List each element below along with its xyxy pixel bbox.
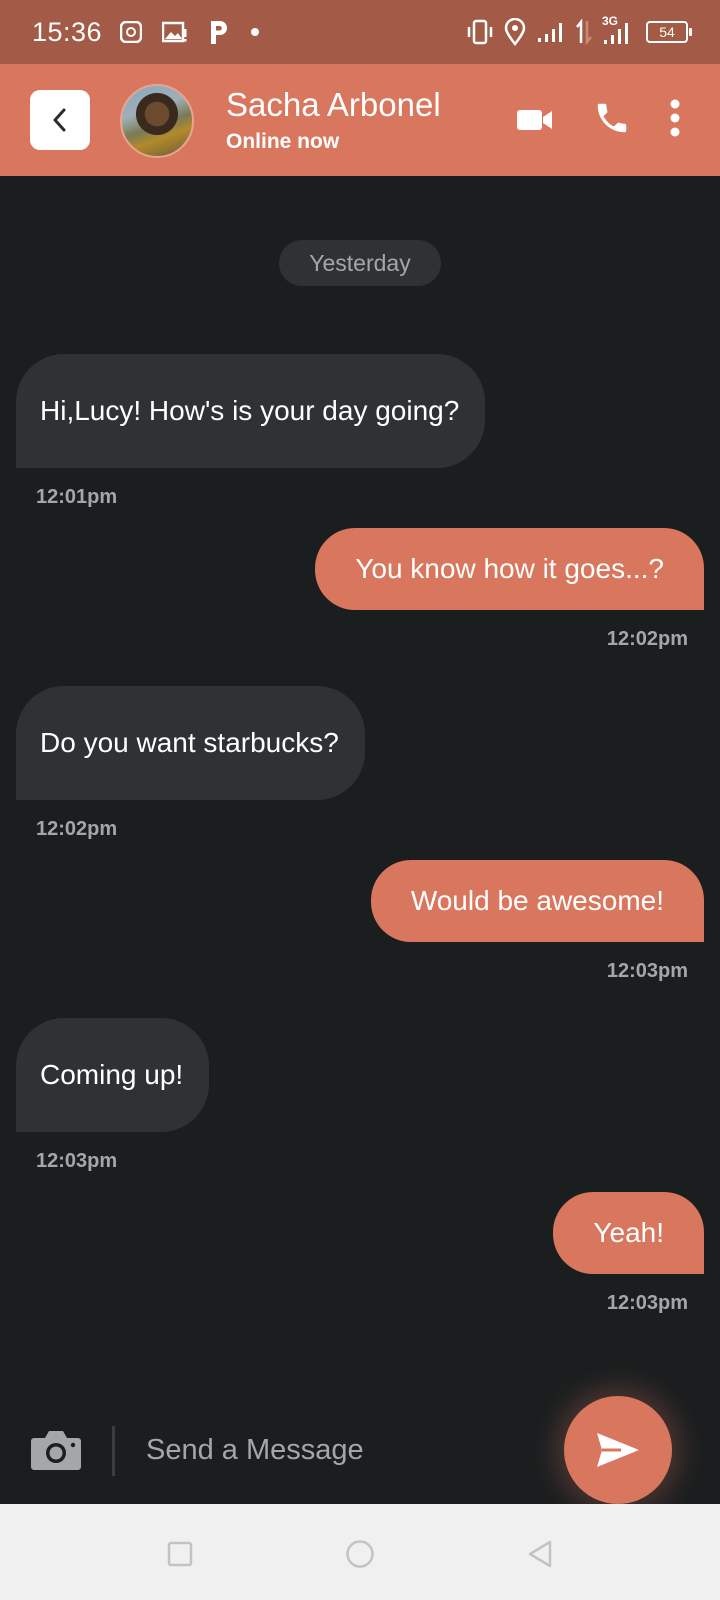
phone-icon [597,103,627,133]
message-bubble-incoming[interactable]: Do you want starbucks? [16,686,365,800]
notification-icon [120,21,143,43]
signal-icon [538,23,562,42]
message-bubble-incoming[interactable]: Coming up! [16,1018,210,1132]
battery-level: 54 [659,24,675,40]
status-right-icons: 3G 54 [466,14,692,46]
recents-button[interactable] [160,1534,200,1574]
location-icon [504,18,526,46]
message-timestamp: 12:03pm [606,960,688,982]
video-call-button[interactable] [516,100,554,140]
home-button[interactable] [340,1534,380,1574]
message-timestamp: 12:02pm [606,628,688,650]
message-timestamp: 12:02pm [36,818,118,840]
message-bubble-outgoing[interactable]: Yeah! [553,1192,704,1274]
back-icon [53,108,66,132]
status-bar: 15:36 3G 54 [0,0,720,64]
back-triangle-icon [528,1540,552,1568]
parking-app-icon [211,21,228,44]
contact-status: Online now [226,130,340,153]
more-options-button[interactable] [660,96,690,140]
status-left-icons [120,19,260,45]
message-bubble-incoming[interactable]: Hi,Lucy! How's is your day going? [16,354,486,468]
phone-call-button[interactable] [592,96,632,140]
more-options-icon [670,99,680,137]
system-navigation-bar [0,1504,720,1600]
recents-icon [167,1541,193,1567]
camera-button[interactable] [30,1428,82,1472]
message-bubble-outgoing[interactable]: You know how it goes...? [315,528,704,610]
video-call-icon [517,110,552,130]
status-time: 15:36 [32,16,103,47]
message-timestamp: 12:03pm [36,1150,118,1172]
send-button[interactable] [564,1396,672,1504]
gallery-icon [162,21,187,43]
send-icon [597,1433,639,1467]
composer-divider [112,1426,115,1476]
contact-name: Sacha Arbonel [226,86,441,123]
message-bubble-outgoing[interactable]: Would be awesome! [370,860,704,942]
message-timestamp: 12:01pm [36,486,118,508]
back-nav-button[interactable] [520,1534,560,1574]
home-icon [346,1540,374,1568]
chat-header: Sacha Arbonel Online now [0,64,720,176]
vibrate-icon [467,19,493,45]
data-arrows-icon [576,19,592,45]
battery-icon: 54 [646,21,692,43]
camera-icon [31,1431,81,1470]
dot-icon [251,28,260,36]
back-button[interactable] [30,90,90,150]
message-input[interactable] [146,1422,526,1478]
message-composer [0,1396,720,1504]
message-timestamp: 12:03pm [606,1292,688,1314]
avatar[interactable] [120,84,194,158]
date-separator: Yesterday [279,240,441,286]
signal-icon-2: 3G [602,14,636,46]
